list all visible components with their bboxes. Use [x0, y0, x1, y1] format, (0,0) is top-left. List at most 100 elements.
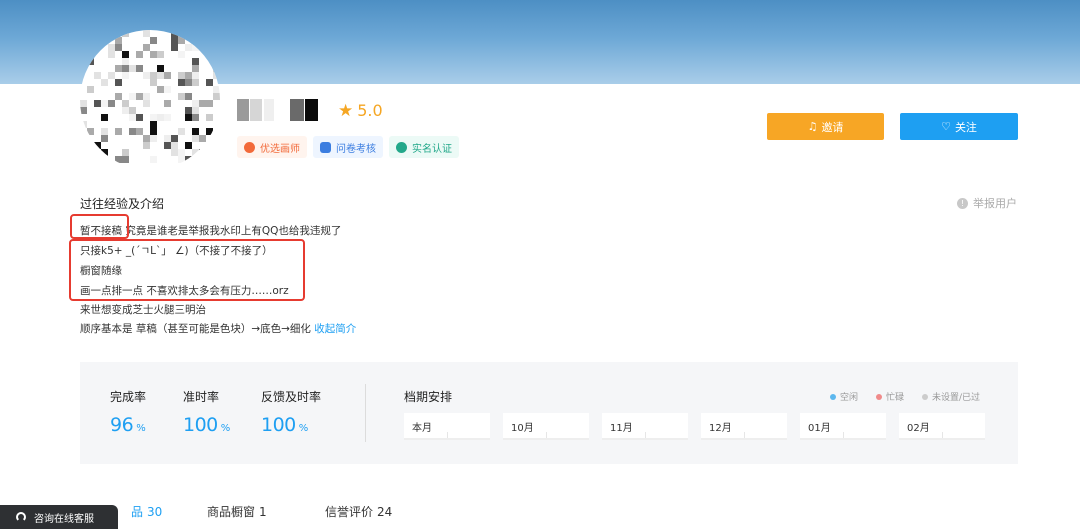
- avatar-pixel: [150, 128, 157, 135]
- avatar-pixel: [199, 135, 206, 142]
- collapse-bio-link[interactable]: 收起简介: [314, 323, 356, 335]
- avatar-pixel: [192, 135, 199, 142]
- avatar-pixel: [206, 100, 213, 107]
- avatar-pixel: [129, 107, 136, 114]
- avatar-pixel: [213, 72, 220, 79]
- avatar-pixel: [115, 44, 122, 51]
- avatar-pixel: [206, 79, 213, 86]
- id-card-icon: [396, 141, 407, 153]
- avatar-pixel: [213, 65, 220, 72]
- avatar-pixel: [115, 156, 122, 163]
- tab-shop-window[interactable]: 商品橱窗 1: [207, 503, 267, 520]
- follow-button[interactable]: ♡ 关注: [900, 113, 1018, 140]
- avatar-pixel: [143, 30, 150, 37]
- tab-works[interactable]: 品 30: [131, 503, 162, 520]
- avatar-pixel: [164, 86, 171, 93]
- avatar-pixel: [101, 114, 108, 121]
- avatar-pixel: [122, 107, 129, 114]
- avatar-pixel: [206, 128, 213, 135]
- avatar[interactable]: [80, 30, 220, 170]
- month-cell[interactable]: 11月: [602, 413, 688, 440]
- avatar-pixel: [136, 128, 143, 135]
- customer-service-button[interactable]: 咨询在线客服: [0, 505, 118, 529]
- avatar-pixel: [164, 135, 171, 142]
- avatar-pixel: [206, 114, 213, 121]
- avatar-pixel: [101, 100, 108, 107]
- month-cell[interactable]: 12月: [701, 413, 787, 440]
- avatar-pixel: [94, 100, 101, 107]
- info-icon: !: [957, 197, 968, 209]
- avatar-pixel: [115, 65, 122, 72]
- stat-on-time: 准时率 100%: [183, 390, 231, 436]
- nickname-blur: [237, 99, 249, 121]
- badge-list: 优选画师 问卷考核 实名认证: [237, 136, 459, 158]
- avatar-pixel: [122, 156, 129, 163]
- avatar-pixel: [178, 51, 185, 58]
- badge-verified[interactable]: 实名认证: [389, 136, 459, 158]
- avatar-pixel: [192, 149, 199, 156]
- avatar-pixel: [80, 142, 87, 149]
- month-cell[interactable]: 10月: [503, 413, 589, 440]
- legend-unset: 未设置/已过: [922, 390, 980, 403]
- avatar-pixel: [213, 86, 220, 93]
- avatar-pixel: [206, 142, 213, 149]
- highlight-box: [69, 239, 305, 301]
- avatar-pixel: [122, 149, 129, 156]
- avatar-pixel: [192, 114, 199, 121]
- avatar-pixel: [94, 156, 101, 163]
- tab-reviews[interactable]: 信誉评价 24: [325, 503, 392, 520]
- avatar-pixel: [171, 135, 178, 142]
- highlight-box: [70, 214, 129, 239]
- avatar-pixel: [157, 86, 164, 93]
- avatar-pixel: [87, 58, 94, 65]
- headset-icon: [16, 512, 26, 522]
- avatar-pixel: [185, 93, 192, 100]
- avatar-pixel: [199, 44, 206, 51]
- rating: ★ 5.0: [338, 101, 383, 121]
- avatar-pixel: [185, 142, 192, 149]
- avatar-pixel: [150, 121, 157, 128]
- heart-icon: ♡: [941, 120, 951, 133]
- avatar-pixel: [115, 37, 122, 44]
- avatar-pixel: [122, 30, 129, 37]
- avatar-pixel: [108, 163, 115, 170]
- avatar-pixel: [122, 100, 129, 107]
- avatar-pixel: [87, 156, 94, 163]
- avatar-pixel: [157, 114, 164, 121]
- avatar-pixel: [178, 149, 185, 156]
- divider: [365, 384, 366, 442]
- avatar-pixel: [171, 44, 178, 51]
- avatar-pixel: [108, 51, 115, 58]
- avatar-pixel: [150, 72, 157, 79]
- report-user-link[interactable]: ! 举报用户: [957, 195, 1017, 211]
- avatar-pixel: [143, 100, 150, 107]
- month-cell[interactable]: 01月: [800, 413, 886, 440]
- avatar-pixel: [192, 65, 199, 72]
- avatar-pixel: [192, 79, 199, 86]
- avatar-pixel: [115, 79, 122, 86]
- month-cell[interactable]: 本月: [404, 413, 490, 440]
- avatar-pixel: [94, 37, 101, 44]
- schedule-title: 档期安排: [404, 390, 453, 404]
- avatar-pixel: [136, 93, 143, 100]
- avatar-pixel: [80, 37, 87, 44]
- bell-icon: ♫: [807, 120, 818, 133]
- avatar-pixel: [143, 93, 150, 100]
- badge-preferred-artist[interactable]: 优选画师: [237, 136, 307, 158]
- avatar-pixel: [157, 65, 164, 72]
- avatar-pixel: [87, 163, 94, 170]
- avatar-pixel: [94, 163, 101, 170]
- month-cell[interactable]: 02月: [899, 413, 985, 440]
- avatar-pixel: [143, 72, 150, 79]
- bio-line: 顺序基本是 草稿（甚至可能是色块）→底色→细化 收起简介: [80, 323, 357, 335]
- invite-button[interactable]: ♫ 邀请: [767, 113, 884, 140]
- avatar-pixel: [164, 100, 171, 107]
- avatar-pixel: [101, 156, 108, 163]
- avatar-pixel: [199, 100, 206, 107]
- badge-questionnaire[interactable]: 问卷考核: [313, 136, 383, 158]
- avatar-pixel: [199, 30, 206, 37]
- avatar-pixel: [150, 156, 157, 163]
- bio-line: 来世想变成芝士火腿三明治: [80, 304, 206, 316]
- avatar-pixel: [108, 44, 115, 51]
- avatar-pixel: [185, 79, 192, 86]
